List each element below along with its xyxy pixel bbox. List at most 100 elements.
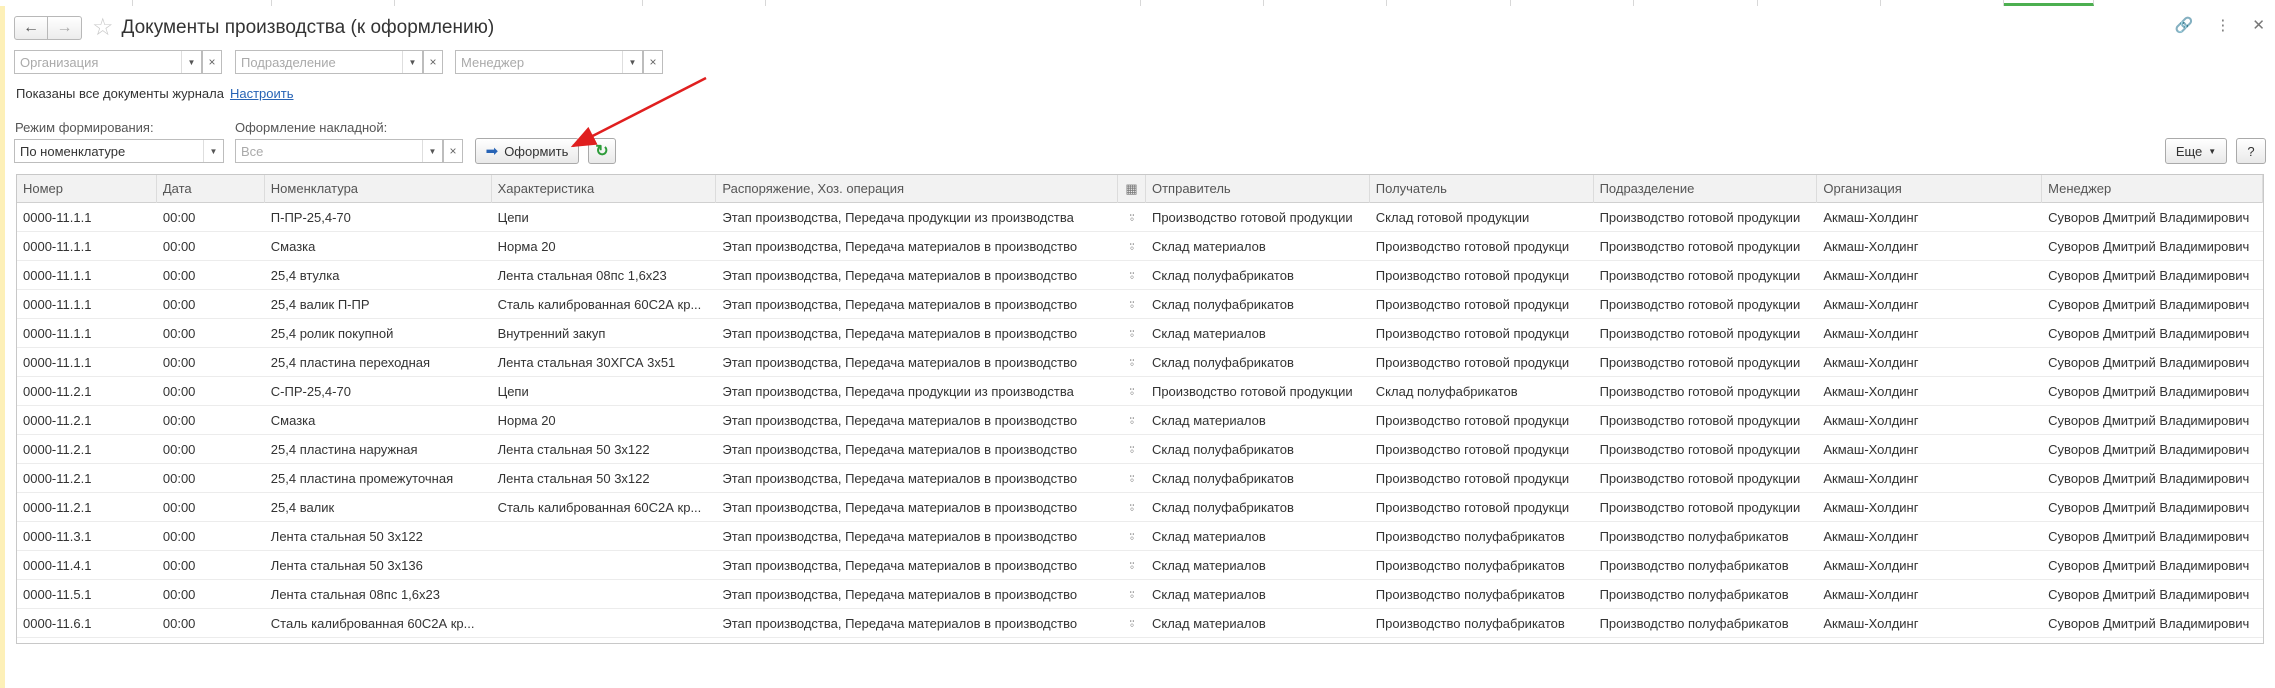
cell-nomenclature: П-ПР-25,4-70 (270, 210, 351, 225)
cell-division: Производство готовой продукции (1599, 239, 1801, 254)
help-button[interactable]: ? (2236, 138, 2266, 164)
mode-select[interactable]: По номенклатуре ▼ (14, 139, 224, 163)
manager-filter[interactable]: Менеджер ▼ (455, 50, 643, 74)
invoice-select[interactable]: Все ▼ (235, 139, 443, 163)
document-type-icon: ⍤ (1128, 442, 1136, 457)
more-vertical-icon[interactable]: ⋮ (2215, 16, 2230, 34)
cell-organization: Акмаш-Холдинг (1823, 239, 1919, 254)
cell-number: 0000-11.1.1 (23, 355, 92, 370)
cell-number: 0000-11.6.1 (23, 616, 92, 631)
cell-organization: Акмаш-Холдинг (1823, 413, 1919, 428)
left-accent-bar (0, 6, 5, 688)
cell-operation: Этап производства, Передача продукции из… (722, 384, 1074, 399)
organization-filter[interactable]: Организация ▼ (14, 50, 202, 74)
cell-nomenclature: 25,4 валик П-ПР (270, 297, 370, 312)
cell-division: Производство готовой продукции (1599, 471, 1801, 486)
forward-button[interactable]: → (48, 16, 82, 40)
table-row[interactable]: 0000-11.2.1 00:00 25,4 валик Сталь калибров… (17, 493, 2263, 522)
cell-date: 00:00 (162, 326, 196, 341)
columns-icon[interactable]: ▦ (1118, 175, 1146, 203)
table-row[interactable]: 0000-11.1.1 00:00 25,4 ролик покупной Внутр… (17, 319, 2263, 348)
table-row[interactable]: 0000-11.1.1 00:00 25,4 втулка Лента стальна… (17, 261, 2263, 290)
document-type-icon: ⍤ (1128, 500, 1136, 515)
column-header-division[interactable]: Подразделение (1594, 175, 1818, 203)
table-row[interactable]: 0000-11.4.1 00:00 Лента стальная 50 3х136 Э… (17, 551, 2263, 580)
tab-segment (272, 0, 395, 6)
invoice-clear-button[interactable]: × (443, 139, 463, 163)
tab-segment (1881, 0, 2004, 6)
column-header-operation[interactable]: Распоряжение, Хоз. операция (716, 175, 1119, 203)
cell-sender: Склад материалов (1151, 558, 1266, 573)
chevron-down-icon[interactable]: ▼ (181, 51, 201, 73)
organization-clear-button[interactable]: × (202, 50, 222, 74)
cell-sender: Производство готовой продукции (1151, 384, 1353, 399)
cell-number: 0000-11.1.1 (23, 210, 92, 225)
cell-characteristic: Лента стальная 50 3х122 (497, 471, 650, 486)
table-row[interactable]: 0000-11.1.1 00:00 П-ПР-25,4-70 Цепи Этап про… (17, 203, 2263, 232)
link-icon[interactable]: 🔗 (2175, 16, 2194, 34)
table-row[interactable]: 0000-11.6.1 00:00 Сталь калиброванная 60С2… (17, 609, 2263, 638)
manager-clear-button[interactable]: × (643, 50, 663, 74)
table-row[interactable]: 0000-11.1.1 00:00 Смазка Норма 20 Этап произ… (17, 232, 2263, 261)
table-row[interactable]: 0000-11.2.1 00:00 25,4 пластина промежуточ… (17, 464, 2263, 493)
column-header-receiver[interactable]: Получатель (1370, 175, 1594, 203)
cell-receiver: Склад полуфабрикатов (1375, 384, 1518, 399)
cell-operation: Этап производства, Передача материалов в… (722, 616, 1078, 631)
column-header-nomenclature[interactable]: Номенклатура (265, 175, 492, 203)
chevron-down-icon[interactable]: ▼ (203, 140, 223, 162)
division-filter[interactable]: Подразделение ▼ (235, 50, 423, 74)
back-button[interactable]: ← (14, 16, 48, 40)
column-header-organization[interactable]: Организация (1817, 175, 2043, 203)
cell-manager: Суворов Дмитрий Владимирович (2048, 587, 2250, 602)
star-icon[interactable]: ☆ (92, 16, 114, 40)
cell-sender: Склад полуфабрикатов (1151, 355, 1294, 370)
table-row[interactable]: 0000-11.5.1 00:00 Лента стальная 08пс 1,6х… (17, 580, 2263, 609)
column-header-manager[interactable]: Менеджер (2042, 175, 2263, 203)
cell-number: 0000-11.2.1 (23, 471, 92, 486)
cell-number: 0000-11.1.1 (23, 239, 92, 254)
table-row[interactable]: 0000-11.1.1 00:00 25,4 валик П-ПР Сталь кал… (17, 290, 2263, 319)
configure-link[interactable]: Настроить (230, 86, 294, 101)
cell-nomenclature: 25,4 валик (270, 500, 335, 515)
table-row[interactable]: 0000-11.2.1 00:00 С-ПР-25,4-70 Цепи Этап про… (17, 377, 2263, 406)
cell-organization: Акмаш-Холдинг (1823, 587, 1919, 602)
table-row[interactable]: 0000-11.3.1 00:00 Лента стальная 50 3х122 Э… (17, 522, 2263, 551)
cell-division: Производство полуфабрикатов (1599, 558, 1789, 573)
help-button-label: ? (2247, 143, 2255, 159)
chevron-down-icon[interactable]: ▼ (402, 51, 422, 73)
process-button[interactable]: ➡ Оформить (475, 138, 579, 164)
column-header-sender[interactable]: Отправитель (1146, 175, 1370, 203)
cell-number: 0000-11.2.1 (23, 413, 92, 428)
chevron-down-icon[interactable]: ▼ (622, 51, 642, 73)
table-row[interactable]: 0000-11.2.1 00:00 Смазка Норма 20 Этап произ… (17, 406, 2263, 435)
close-icon[interactable]: ✕ (2252, 16, 2265, 34)
cell-sender: Склад полуфабрикатов (1151, 471, 1294, 486)
chevron-down-icon[interactable]: ▼ (422, 140, 442, 162)
cell-division: Производство готовой продукции (1599, 384, 1801, 399)
cell-division: Производство готовой продукции (1599, 210, 1801, 225)
tab-segment (1511, 0, 1634, 6)
table-row[interactable]: 0000-11.2.1 00:00 25,4 пластина наружная Ле… (17, 435, 2263, 464)
cell-operation: Этап производства, Передача материалов в… (722, 471, 1078, 486)
document-type-icon: ⍤ (1128, 210, 1136, 225)
division-clear-button[interactable]: × (423, 50, 443, 74)
cell-date: 00:00 (162, 471, 196, 486)
refresh-button[interactable]: ↻ (588, 138, 616, 164)
cell-division: Производство готовой продукции (1599, 442, 1801, 457)
table-row[interactable]: 0000-11.1.1 00:00 25,4 пластина переходная… (17, 348, 2263, 377)
cell-division: Производство готовой продукции (1599, 355, 1801, 370)
close-icon: × (449, 144, 457, 158)
cell-number: 0000-11.3.1 (23, 529, 92, 544)
cell-number: 0000-11.2.1 (23, 384, 92, 399)
tab-segment (1634, 0, 1758, 6)
cell-receiver: Производство готовой продукци (1375, 413, 1570, 428)
column-header-date[interactable]: Дата (157, 175, 265, 203)
cell-manager: Суворов Дмитрий Владимирович (2048, 442, 2250, 457)
column-header-characteristic[interactable]: Характеристика (492, 175, 717, 203)
close-icon: × (429, 55, 437, 69)
close-icon: × (649, 55, 657, 69)
column-header-number[interactable]: Номер (17, 175, 157, 203)
cell-date: 00:00 (162, 558, 196, 573)
cell-characteristic (492, 609, 717, 638)
more-button[interactable]: Еще ▼ (2165, 138, 2227, 164)
